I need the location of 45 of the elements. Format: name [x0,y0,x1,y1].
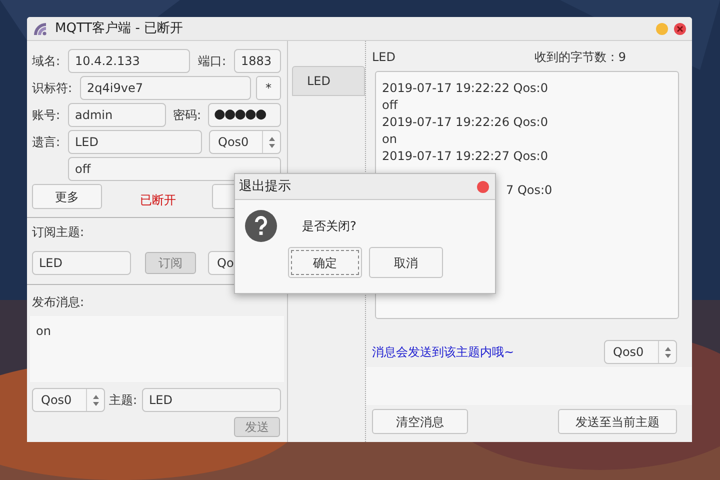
log-line: 2019-07-17 19:22:27 Qos:0 [382,148,548,165]
field-label: 主题: [109,392,138,409]
message-input[interactable] [366,367,692,405]
input-field[interactable]: 1883 [234,49,281,73]
field-label: 遗言: [32,134,62,151]
connection-status: 已断开 [140,192,177,208]
password-field[interactable]: ●●●●● [208,103,281,127]
log-line: on [382,131,397,148]
section-label: 订阅主题: [32,224,84,240]
input-field[interactable]: 2q4i9ve7 [80,76,251,100]
byte-count: 收到的字节数：9 [534,49,626,66]
question-icon [245,210,277,242]
more-button[interactable]: 更多 [32,184,102,209]
field-label: 账号: [32,107,62,124]
field-label: 识标符: [32,80,74,97]
topic-tab[interactable]: LED [292,66,365,96]
qos-dropdown[interactable]: Qos0 [604,340,677,364]
topic-field[interactable]: LED [32,251,131,275]
send-button[interactable]: 发送至当前主题 [558,409,677,434]
generate-button[interactable]: * [256,76,281,100]
field-label: 密码: [173,107,202,124]
dialog-button[interactable]: 确定 [288,247,362,278]
qos-dropdown[interactable]: Qos0 [209,130,281,154]
section-label: 发布消息: [32,294,84,310]
topic-field[interactable]: LED [142,388,281,412]
qos-dropdown[interactable]: Qos0 [32,388,105,412]
log-line: off [382,97,398,114]
close-button[interactable] [674,22,686,34]
dialog-button[interactable]: 取消 [369,247,443,278]
dialog-message: 是否关闭? [302,218,356,235]
topic-title: LED [372,49,396,66]
clear-button[interactable]: 清空消息 [372,409,468,434]
input-field[interactable]: LED [68,130,202,154]
message-input[interactable]: on [30,316,284,382]
window-title: MQTT客户端 - 已断开 [55,20,184,38]
field-label: 域名: [32,53,62,70]
hint-text: 消息会发送到该主题内哦~ [372,344,514,361]
log-line: 7 Qos:0 [506,182,552,199]
field-label: 端口: [198,53,228,70]
app-icon [33,22,47,36]
log-line: 2019-07-17 19:22:22 Qos:0 [382,80,548,97]
input-field[interactable]: 10.4.2.133 [68,49,190,73]
log-line: 2019-07-17 19:22:26 Qos:0 [382,114,548,131]
close-icon [677,26,683,32]
input-field[interactable]: admin [68,103,166,127]
